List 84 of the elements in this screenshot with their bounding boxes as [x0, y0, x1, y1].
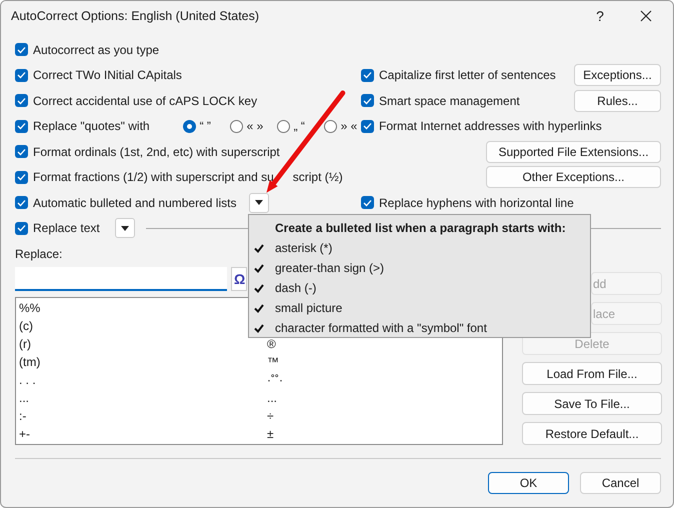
checkbox-label: Replace "quotes" with	[33, 118, 150, 136]
check-icon	[17, 122, 26, 130]
help-button[interactable]: ?	[577, 1, 623, 31]
radio-button[interactable]	[276, 120, 290, 133]
dialog-button[interactable]: Load From File...	[522, 362, 662, 385]
table-cell-text: %%	[18, 300, 42, 317]
check-icon	[17, 96, 26, 105]
dropdown-button[interactable]	[249, 192, 270, 213]
table-cell-text: ·˚˚·	[267, 372, 283, 389]
checkbox-label: Replace text	[33, 220, 100, 238]
table-cell-text: ±	[267, 426, 274, 443]
window-title: AutoCorrect Options: English (United States)	[11, 8, 260, 25]
table-cell-text: ...	[18, 390, 30, 407]
caret-icon	[120, 226, 129, 231]
checkbox-label: Capitalize first letter of sentences	[379, 67, 557, 84]
radio-label: « »	[246, 118, 264, 136]
check-icon	[17, 224, 26, 232]
check-icon	[17, 148, 26, 156]
ok-button[interactable]: OK	[488, 472, 569, 494]
checkbox[interactable]	[361, 68, 374, 82]
radio-label: » «	[340, 118, 358, 136]
checkbox[interactable]	[15, 222, 28, 235]
radio-button[interactable]	[230, 120, 243, 133]
check-icon	[363, 96, 372, 105]
checkbox-label: Format Internet addresses with hyperlinks	[379, 118, 603, 136]
symbol-button[interactable]: Ω	[231, 267, 247, 291]
table-cell-text: ®	[267, 336, 276, 353]
checkbox-label: Smart space management	[379, 92, 521, 110]
checkbox-label: Format ordinals (1st, 2nd, etc) with superscript	[33, 144, 280, 161]
exceptions-button[interactable]: Rules...	[574, 90, 661, 112]
checkbox-label: Format fractions (1/2) with superscript and su	[33, 169, 274, 186]
check-icon	[363, 71, 372, 80]
dropdown-button[interactable]	[114, 218, 135, 238]
table-cell-text: (tm)	[18, 354, 42, 371]
check-icon	[363, 122, 372, 130]
checkbox-label: Autocorrect as you type	[33, 42, 160, 59]
radio-label: „ “	[294, 118, 306, 136]
table-cell-text: (r)	[18, 336, 32, 353]
close-icon	[640, 10, 652, 22]
menu-item[interactable]: greater-than sign (>)	[275, 259, 384, 277]
radio-button[interactable]	[324, 120, 337, 133]
table-cell-text: ...	[267, 390, 278, 407]
checkbox[interactable]	[15, 196, 28, 210]
checkbox[interactable]	[361, 94, 374, 108]
check-icon	[363, 198, 372, 207]
checkbox[interactable]	[361, 196, 374, 210]
check-icon	[17, 173, 26, 182]
radio-button[interactable]	[182, 120, 196, 133]
check-icon	[17, 46, 26, 54]
table-cell-text: :-	[18, 408, 28, 425]
checkbox[interactable]	[15, 145, 28, 158]
exceptions-button[interactable]: Exceptions...	[574, 64, 661, 86]
dialog-button[interactable]: Other Exceptions...	[486, 166, 661, 188]
checkbox[interactable]	[15, 170, 28, 184]
checkbox[interactable]	[15, 43, 28, 56]
checkbox-label: Automatic bulleted and numbered lists	[33, 194, 236, 212]
menu-header: Create a bulleted list when a paragraph starts with:	[274, 220, 567, 237]
checkbox[interactable]	[15, 68, 28, 82]
table-cell-text: . . .	[18, 372, 37, 389]
table-cell-text: +-	[18, 426, 32, 443]
checkbox[interactable]	[15, 120, 28, 133]
checkbox-label: Replace hyphens with horizontal line	[379, 194, 575, 212]
check-icon	[17, 198, 26, 207]
radio-label: “ ”	[200, 118, 212, 136]
cancel-button[interactable]: Cancel	[580, 472, 661, 494]
checkbox-label: Correct TWo INitial CApitals	[33, 67, 182, 84]
menu-item[interactable]: asterisk (*)	[275, 239, 332, 257]
checkbox[interactable]	[361, 120, 374, 133]
menu-item[interactable]: character formatted with a "symbol" font	[275, 319, 487, 337]
caret-icon	[255, 200, 264, 206]
dialog-button[interactable]: Supported File Extensions...	[486, 140, 661, 163]
checkbox-label: script (½)	[292, 169, 343, 186]
checkbox-label: Correct accidental use of cAPS LOCK key	[33, 92, 258, 110]
replace-label: Replace:	[15, 247, 62, 261]
dialog-button[interactable]: Restore Default...	[522, 422, 662, 445]
table-cell-text: ™	[267, 354, 279, 371]
menu-item[interactable]: small picture	[275, 299, 342, 317]
table-cell-text: ÷	[267, 408, 274, 425]
checkbox[interactable]	[15, 94, 28, 108]
table-cell-text: (c)	[18, 318, 34, 335]
replace-field[interactable]	[15, 267, 227, 291]
check-icon	[17, 71, 26, 80]
menu-item[interactable]: dash (-)	[275, 279, 316, 297]
dialog-button[interactable]: Save To File...	[522, 392, 662, 415]
